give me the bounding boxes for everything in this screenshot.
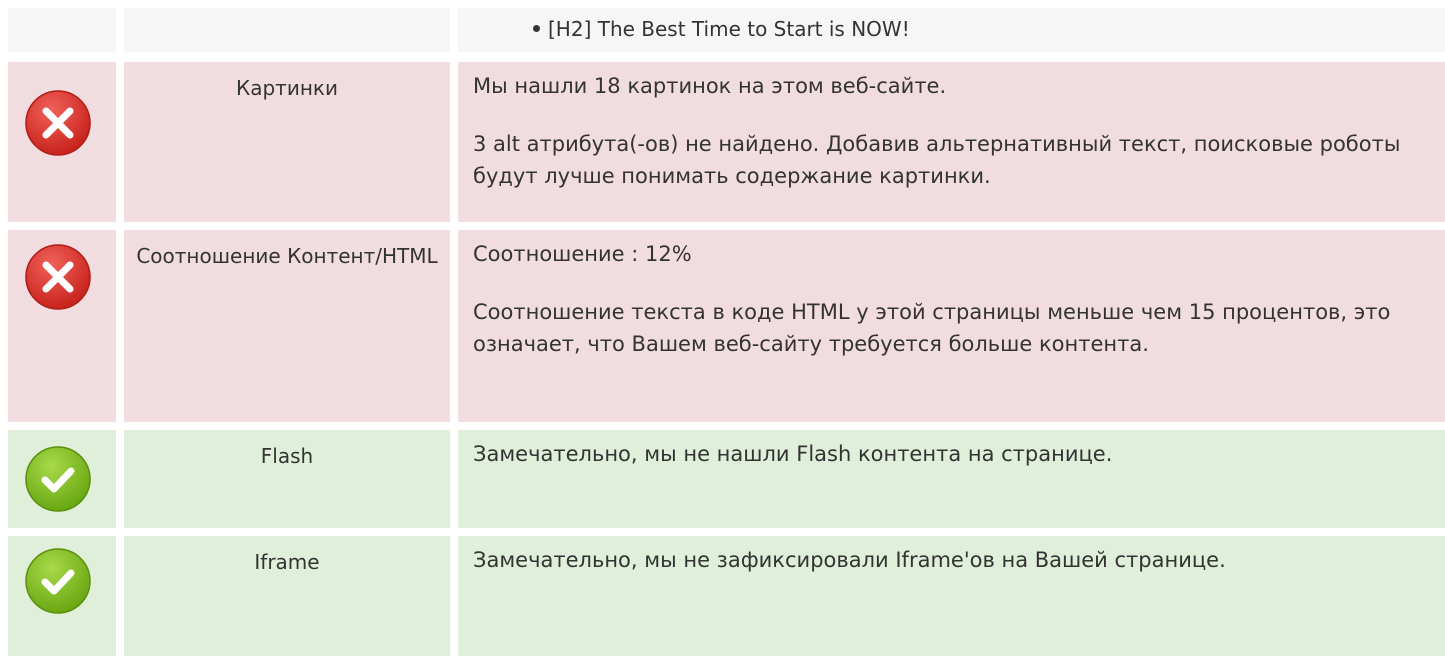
description-paragraph: Соотношение : 12% — [473, 242, 692, 266]
check-name: Картинки — [236, 76, 338, 100]
name-cell — [124, 8, 450, 52]
heading-list-item: [H2] The Best Time to Start is NOW! — [473, 8, 1445, 44]
report-row-flash: Flash Замечательно, мы не нашли Flash ко… — [8, 430, 1445, 528]
description-cell: Замечательно, мы не зафиксировали Iframe… — [458, 536, 1445, 656]
check-name: Flash — [260, 444, 314, 468]
name-cell: Iframe — [124, 536, 450, 656]
description-paragraph: Замечательно, мы не зафиксировали Iframe… — [473, 548, 1226, 572]
error-x-icon — [23, 88, 93, 158]
check-name: Iframe — [254, 550, 320, 574]
success-check-icon — [23, 444, 93, 514]
report-row-images: Картинки Мы нашли 18 картинок на этом ве… — [8, 62, 1445, 222]
check-name: Соотношение Контент/HTML — [136, 244, 438, 268]
success-check-icon — [23, 546, 93, 616]
icon-cell — [8, 62, 116, 222]
description-cell: Соотношение : 12% Соотношение текста в к… — [458, 230, 1445, 422]
icon-cell — [8, 230, 116, 422]
icon-cell — [8, 430, 116, 528]
report-row-content-ratio: Соотношение Контент/HTML Соотношение : 1… — [8, 230, 1445, 422]
report-row-iframe: Iframe Замечательно, мы не зафиксировали… — [8, 536, 1445, 656]
seo-report-table: [H2] The Best Time to Start is NOW! Карт… — [0, 0, 1445, 664]
error-x-icon — [23, 242, 93, 312]
description-cell: Мы нашли 18 картинок на этом веб-сайте. … — [458, 62, 1445, 222]
icon-cell — [8, 536, 116, 656]
name-cell: Картинки — [124, 62, 450, 222]
heading-item-text: [H2] The Best Time to Start is NOW! — [548, 17, 910, 41]
icon-cell — [8, 8, 116, 52]
description-cell: [H2] The Best Time to Start is NOW! — [458, 8, 1445, 52]
description-paragraph: Соотношение текста в коде HTML у этой ст… — [473, 300, 1391, 356]
description-paragraph: Замечательно, мы не нашли Flash контента… — [473, 442, 1113, 466]
name-cell: Flash — [124, 430, 450, 528]
description-cell: Замечательно, мы не нашли Flash контента… — [458, 430, 1445, 528]
description-paragraph: Мы нашли 18 картинок на этом веб-сайте. — [473, 74, 947, 98]
name-cell: Соотношение Контент/HTML — [124, 230, 450, 422]
description-paragraph: 3 alt атрибута(-ов) не найдено. Добавив … — [473, 132, 1401, 188]
headings-row: [H2] The Best Time to Start is NOW! — [8, 8, 1445, 52]
bullet-icon — [533, 25, 540, 32]
